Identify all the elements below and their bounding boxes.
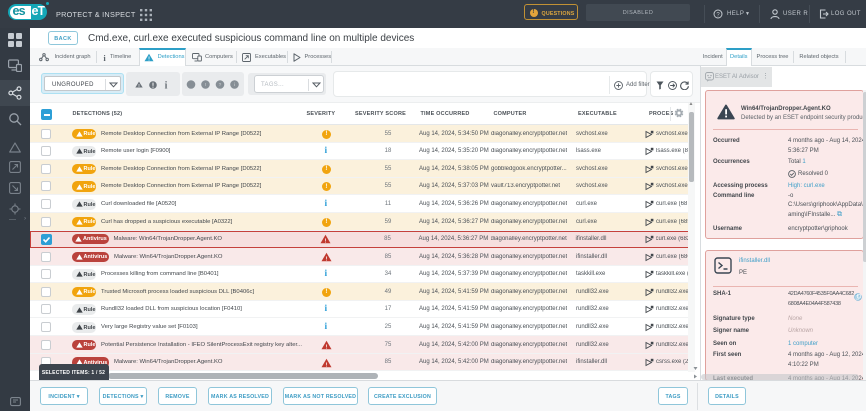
svg-text:i: i xyxy=(103,53,106,63)
svg-text:i: i xyxy=(165,80,168,90)
svg-text:!: ! xyxy=(325,256,327,262)
svg-text:!: ! xyxy=(148,56,150,62)
svg-text:?: ? xyxy=(219,82,222,87)
svg-text:!: ! xyxy=(325,344,327,350)
svg-text:i: i xyxy=(234,82,235,87)
svg-text:!: ! xyxy=(325,362,327,368)
svg-text:!: ! xyxy=(325,238,327,244)
